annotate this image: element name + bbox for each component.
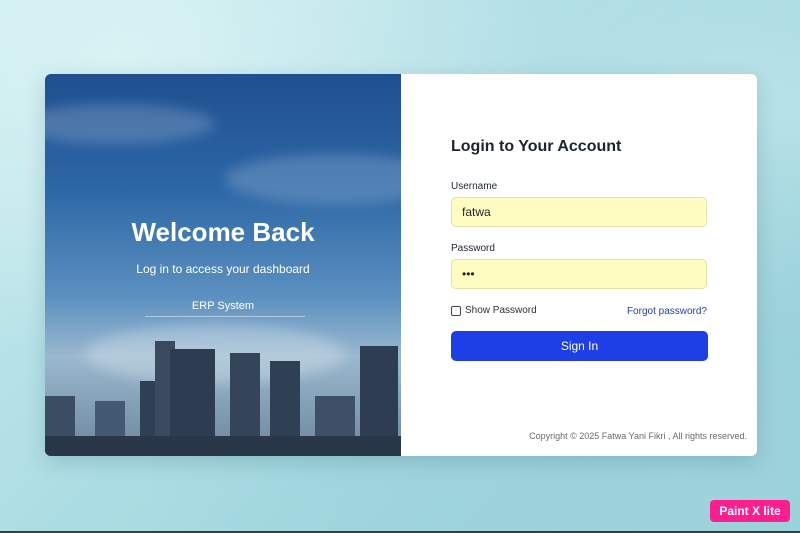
welcome-heading: Welcome Back [131,217,315,247]
login-form-panel: Login to Your Account Username fatwa Pas… [401,74,757,456]
forgot-password-link[interactable]: Forgot password? [627,306,707,317]
sign-in-button[interactable]: Sign In [451,331,708,361]
show-password-checkbox[interactable] [451,305,461,316]
show-password-toggle[interactable]: Show Password [451,305,537,316]
password-input[interactable]: ••• [451,259,707,289]
username-label: Username [451,181,498,192]
welcome-subtitle: Log in to access your dashboard [136,262,310,276]
city-skyline-image [45,341,401,456]
hero-panel: Welcome Back Log in to access your dashb… [45,74,401,456]
watermark-badge: Paint X lite [710,500,790,522]
system-name: ERP System [191,300,255,312]
username-input[interactable]: fatwa [451,197,707,227]
divider [145,316,305,317]
login-card: Welcome Back Log in to access your dashb… [45,74,757,456]
cloud-decoration [45,104,215,144]
show-password-label: Show Password [465,305,537,316]
login-title: Login to Your Account [451,138,622,155]
password-label: Password [451,243,495,254]
copyright-text: Copyright © 2025 Fatwa Yani Fikri , All … [529,431,747,441]
cloud-decoration [225,154,401,204]
